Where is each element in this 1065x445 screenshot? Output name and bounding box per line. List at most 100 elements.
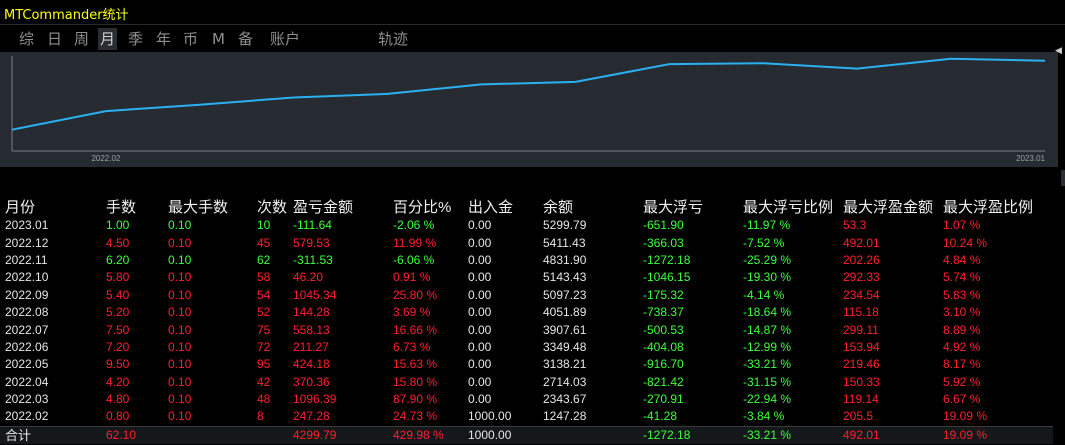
- tab-week[interactable]: 周: [72, 28, 91, 50]
- table-row[interactable]: 2022.08 5.20 0.10 52 144.28 3.69 % 0.00 4051.89…: [0, 304, 1053, 321]
- cell-lots: 6.20: [106, 252, 130, 267]
- tab-day[interactable]: 日: [45, 28, 64, 50]
- header-max-drawdown[interactable]: 最大浮亏: [638, 195, 738, 217]
- tab-m[interactable]: M: [210, 28, 227, 50]
- cell-max-drawdown-pct: -11.97 %: [743, 218, 791, 233]
- cell-max-lots: 0.10: [168, 235, 192, 250]
- cell-percent: 6.73 %: [393, 339, 431, 354]
- x-tick-label: 2022.02: [91, 154, 120, 163]
- table-row[interactable]: 2022.03 4.80 0.10 48 1096.39 87.90 % 0.00 2343.…: [0, 391, 1053, 408]
- header-month[interactable]: 月份: [0, 195, 101, 217]
- header-pnl[interactable]: 盈亏金额: [288, 195, 388, 217]
- cell-deposit-withdraw: 0.00: [468, 322, 492, 337]
- cell-month: 2022.12: [5, 235, 49, 250]
- cell-lots: 7.20: [106, 339, 130, 354]
- cell-max-drawdown: -1272.18: [643, 252, 691, 267]
- cell-max-profit: 53.3: [843, 218, 867, 233]
- tab-quarter[interactable]: 季: [126, 28, 145, 50]
- cell-month: 2022.07: [5, 322, 49, 337]
- table-row[interactable]: 2022.09 5.40 0.10 54 1045.34 25.80 % 0.00 5097.…: [0, 287, 1053, 304]
- table-row[interactable]: 2022.02 0.80 0.10 8 247.28 24.73 % 1000.00 1247…: [0, 408, 1053, 426]
- window-title: MTCommander统计: [4, 8, 129, 23]
- cell-deposit-withdraw: 0.00: [468, 374, 492, 389]
- cell-max-drawdown: -1046.15: [643, 270, 691, 285]
- tab-account[interactable]: 账户: [268, 28, 302, 50]
- table-row[interactable]: 2022.04 4.20 0.10 42 370.36 15.80 % 0.00 2714.0…: [0, 374, 1053, 391]
- cell-max-drawdown: -651.90: [643, 218, 684, 233]
- cell-max-lots: 0.10: [168, 374, 192, 389]
- cell-lots: 5.80: [106, 270, 130, 285]
- header-max-profit[interactable]: 最大浮盈金额: [838, 195, 938, 217]
- cell-month: 2022.09: [5, 287, 49, 302]
- cell-pnl: 1045.34: [293, 287, 337, 302]
- cell-pnl: 579.53: [293, 235, 330, 250]
- cell-max-profit: 119.14: [843, 392, 879, 407]
- tab-month[interactable]: 月: [98, 28, 118, 50]
- cell-count: 10: [257, 218, 271, 233]
- cell-max-drawdown-pct: -7.52 %: [743, 235, 785, 250]
- header-max-lots[interactable]: 最大手数: [163, 195, 252, 217]
- tab-summary[interactable]: 综: [17, 28, 36, 50]
- cell-balance: 5299.79: [543, 218, 587, 233]
- cell-max-lots: 0.10: [168, 357, 192, 372]
- cell-pnl: -111.64: [293, 218, 332, 233]
- cell-max-drawdown-pct: -31.15 %: [743, 374, 792, 389]
- cell-max-profit-pct: 1.07 %: [943, 218, 981, 233]
- cell-max-lots: 0.10: [168, 339, 192, 354]
- cell-max-drawdown-pct: -18.64 %: [743, 305, 792, 320]
- cell-deposit-withdraw: 0.00: [468, 357, 492, 372]
- cell-max-profit: 202.26: [843, 252, 880, 267]
- cell-max-lots: 0.10: [168, 305, 192, 320]
- period-tabs: 综 日 周 月 季 年 币 M 备 账户 轨迹: [0, 28, 1065, 50]
- header-lots[interactable]: 手数: [101, 195, 163, 217]
- table-row[interactable]: 2022.12 4.50 0.10 45 579.53 11.99 % 0.00 5411.4…: [0, 234, 1053, 251]
- header-max-drawdown-pct[interactable]: 最大浮亏比例: [738, 195, 838, 217]
- table-total-row[interactable]: 合计 62.10 4299.79 429.98 % 1000.00 -1272.18 -33…: [0, 425, 1053, 445]
- cell-deposit-withdraw: 0.00: [468, 270, 492, 285]
- cell-max-drawdown: -366.03: [643, 235, 684, 250]
- header-balance[interactable]: 余额: [538, 195, 638, 217]
- cell-deposit-withdraw: 0.00: [468, 235, 492, 250]
- cell-max-lots: 0.10: [168, 322, 192, 337]
- tab-track[interactable]: 轨迹: [376, 28, 410, 50]
- tab-year[interactable]: 年: [154, 28, 173, 50]
- cell-balance: 1247.28: [543, 409, 587, 424]
- scrollbar[interactable]: [1061, 170, 1065, 186]
- cell-percent: 15.63 %: [393, 357, 438, 372]
- cell-count: 58: [257, 270, 271, 285]
- cell-max-lots: 0.10: [168, 252, 192, 267]
- cell-pnl: 558.13: [293, 322, 330, 337]
- cell-max-drawdown: -500.53: [643, 322, 684, 337]
- cell-max-profit-pct: 19.09 %: [943, 409, 988, 424]
- cell-max-drawdown-pct: -22.94 %: [743, 392, 792, 407]
- tab-currency[interactable]: 币: [181, 28, 200, 50]
- cell-percent: 3.69 %: [393, 305, 431, 320]
- table-row[interactable]: 2023.01 1.00 0.10 10 -111.64 -2.06 % 0.00 5299.…: [0, 217, 1053, 234]
- header-deposit-withdraw[interactable]: 出入金: [463, 195, 538, 217]
- cell-max-drawdown-pct: -12.99 %: [743, 339, 792, 354]
- cell-balance: 4831.90: [543, 252, 587, 267]
- total-cell-pnl: 4299.79: [288, 425, 388, 445]
- cell-max-profit-pct: 8.17 %: [943, 357, 981, 372]
- table-row[interactable]: 2022.07 7.50 0.10 75 558.13 16.66 % 0.00 3907.6…: [0, 321, 1053, 338]
- cell-month: 2022.02: [5, 409, 49, 424]
- header-max-profit-pct[interactable]: 最大浮盈比例: [938, 195, 1053, 217]
- cell-balance: 2343.67: [543, 392, 587, 407]
- cell-percent: 15.80 %: [393, 374, 438, 389]
- cell-max-profit-pct: 5.74 %: [943, 270, 981, 285]
- cell-lots: 0.80: [106, 409, 130, 424]
- table-row[interactable]: 2022.11 6.20 0.10 62 -311.53 -6.06 % 0.00 4831.…: [0, 252, 1053, 269]
- tab-backup[interactable]: 备: [236, 28, 255, 50]
- cell-count: 95: [257, 357, 271, 372]
- table-row[interactable]: 2022.06 7.20 0.10 72 211.27 6.73 % 0.00 3349.48…: [0, 339, 1053, 356]
- cell-month: 2022.08: [5, 305, 49, 320]
- cell-month: 2022.03: [5, 392, 49, 407]
- header-percent[interactable]: 百分比%: [388, 195, 463, 217]
- cell-lots: 1.00: [106, 218, 130, 233]
- header-count[interactable]: 次数: [252, 195, 288, 217]
- collapse-arrow-icon[interactable]: ◀: [1055, 46, 1062, 56]
- table-row[interactable]: 2022.05 9.50 0.10 95 424.18 15.63 % 0.00 3138.2…: [0, 356, 1053, 373]
- table-row[interactable]: 2022.10 5.80 0.10 58 46.20 0.91 % 0.00 5143.43 -…: [0, 269, 1053, 286]
- cell-percent: 11.99 %: [393, 235, 437, 250]
- cell-deposit-withdraw: 0.00: [468, 339, 492, 354]
